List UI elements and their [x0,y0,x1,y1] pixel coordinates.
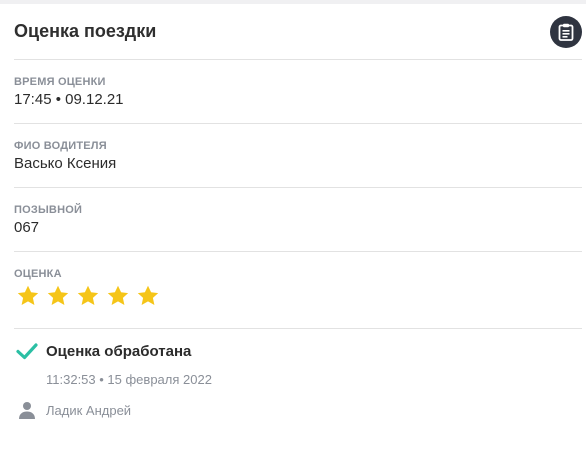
rating-time-value: 17:45 • 09.12.21 [14,91,124,108]
clipboard-icon [558,23,574,41]
trip-rating-card [0,4,586,463]
divider [14,59,582,60]
star-icon [17,285,39,305]
divider [14,123,582,124]
star-icon [137,285,159,305]
rating-label: ОЦЕНКА [14,268,62,280]
clipboard-button[interactable] [550,16,582,48]
rating-time-label: ВРЕМЯ ОЦЕНКИ [14,76,106,88]
card-header: Оценка поездки [14,16,582,52]
driver-name-label: ФИО ВОДИТЕЛЯ [14,140,107,152]
divider [14,187,582,188]
status-title: Оценка обработана [46,343,192,360]
star-icon [107,285,129,305]
rating-stars [16,284,160,308]
star-icon [47,285,69,305]
divider [14,251,582,252]
divider [14,328,582,329]
check-icon [16,343,38,360]
star-icon [77,285,99,305]
person-icon [19,402,35,419]
callsign-label: ПОЗЫВНОЙ [14,204,83,216]
processed-by-name: Ладик Андрей [46,403,132,418]
card-title: Оценка поездки [14,21,157,41]
processed-by-row: Ладик Андрей [14,398,414,422]
driver-name-value: Васько Ксения [14,155,117,172]
callsign-value: 067 [14,219,40,236]
status-row: Оценка обработана [14,340,574,364]
status-timestamp: 11:32:53 • 15 февраля 2022 [46,372,212,387]
